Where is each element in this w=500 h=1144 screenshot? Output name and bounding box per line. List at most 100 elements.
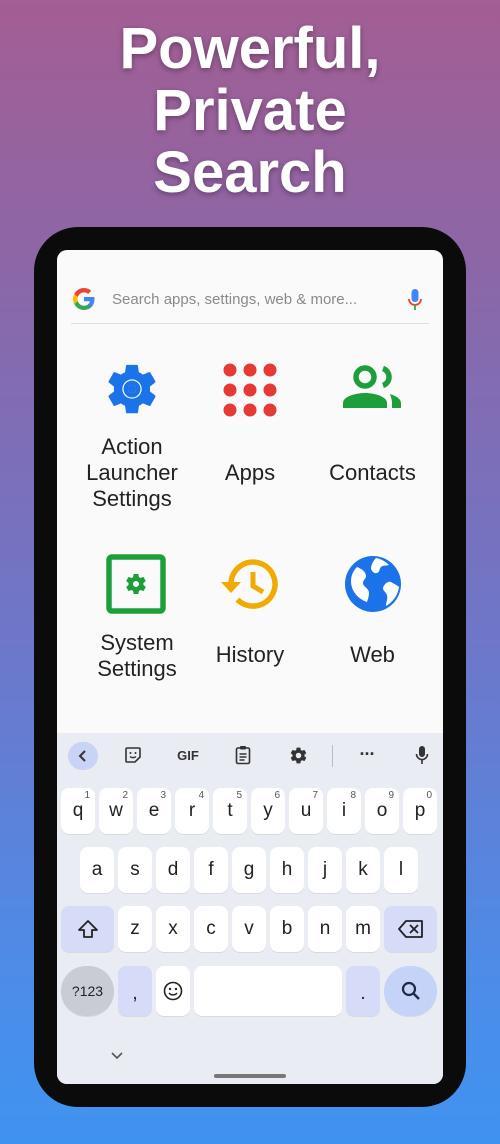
apps-grid-icon: [223, 363, 277, 417]
key-b[interactable]: b: [270, 906, 304, 952]
key-f[interactable]: f: [194, 847, 228, 893]
toolbar-divider: [332, 745, 333, 767]
key-number-hint: 3: [160, 790, 166, 801]
headline-line-1: Powerful,: [119, 16, 381, 81]
space-key[interactable]: [194, 966, 342, 1016]
key-z[interactable]: z: [118, 906, 152, 952]
headline: Powerful, Private Search: [0, 18, 500, 204]
key-m[interactable]: m: [346, 906, 380, 952]
key-number-hint: 7: [312, 790, 318, 801]
key-number-hint: 9: [388, 790, 394, 801]
key-j[interactable]: j: [308, 847, 342, 893]
shift-arrow-icon: [77, 920, 98, 938]
key-h[interactable]: h: [270, 847, 304, 893]
backspace-key[interactable]: [384, 906, 437, 952]
key-r[interactable]: r4: [175, 788, 209, 834]
voice-input-button[interactable]: [409, 743, 435, 767]
key-t[interactable]: t5: [213, 788, 247, 834]
emoji-icon: [163, 981, 183, 1001]
category-label-line: System: [100, 630, 174, 655]
key-label: p: [414, 800, 426, 821]
comma-key[interactable]: ,: [118, 966, 152, 1016]
category-contacts[interactable]: Contacts: [315, 360, 430, 520]
key-q[interactable]: q1: [61, 788, 95, 834]
search-divider: [71, 323, 429, 324]
headline-line-2: Private: [153, 78, 347, 143]
key-x[interactable]: x: [156, 906, 190, 952]
key-e[interactable]: e3: [137, 788, 171, 834]
key-n[interactable]: n: [308, 906, 342, 952]
key-a[interactable]: a: [80, 847, 114, 893]
key-y[interactable]: y6: [251, 788, 285, 834]
gear-icon: [290, 747, 306, 763]
key-label: e: [148, 800, 160, 821]
google-logo-icon: [73, 288, 95, 310]
key-number-hint: 0: [426, 790, 432, 801]
key-label: q: [72, 800, 84, 821]
key-l[interactable]: l: [384, 847, 418, 893]
key-number-hint: 2: [122, 790, 128, 801]
key-u[interactable]: u7: [289, 788, 323, 834]
gif-button[interactable]: GIF: [171, 743, 205, 767]
system-settings-icon: [106, 554, 166, 614]
microphone-icon: [415, 746, 429, 764]
key-c[interactable]: c: [194, 906, 228, 952]
symbols-key[interactable]: ?123: [61, 966, 114, 1016]
key-p[interactable]: p0: [403, 788, 437, 834]
category-label-line: Apps: [224, 460, 276, 485]
navigation-bar: [57, 1043, 443, 1084]
sticker-icon: [125, 747, 141, 763]
key-number-hint: 5: [236, 790, 242, 801]
keyboard-settings-button[interactable]: [285, 743, 311, 767]
clipboard-button[interactable]: [230, 743, 256, 767]
category-label-line: Launcher: [86, 460, 178, 485]
contacts-icon: [343, 365, 401, 408]
category-label-line: History: [215, 642, 285, 667]
collapse-toolbar-button[interactable]: [68, 742, 98, 770]
search-bar[interactable]: Search apps, settings, web & more...: [57, 250, 443, 324]
category-action-launcher-settings[interactable]: Action Launcher Settings: [71, 360, 193, 520]
key-label: t: [227, 800, 233, 821]
globe-icon: [345, 556, 401, 612]
key-number-hint: 4: [198, 790, 204, 801]
key-number-hint: 1: [84, 790, 90, 801]
category-apps[interactable]: Apps: [195, 360, 305, 520]
sticker-button[interactable]: [120, 743, 146, 767]
category-label-line: Web: [350, 642, 395, 667]
key-label: y: [263, 800, 273, 821]
key-k[interactable]: k: [346, 847, 380, 893]
key-d[interactable]: d: [156, 847, 190, 893]
key-label: w: [109, 800, 123, 821]
key-s[interactable]: s: [118, 847, 152, 893]
category-label-line: Action: [101, 434, 163, 459]
category-history[interactable]: History: [197, 554, 303, 684]
key-label: o: [376, 800, 388, 821]
hide-keyboard-chevron-down-icon[interactable]: [111, 1052, 123, 1060]
key-label: u: [300, 800, 312, 821]
phone-screen: Search apps, settings, web & more... Act…: [57, 250, 443, 1084]
more-options-button[interactable]: ...: [353, 737, 381, 761]
category-label-line: Contacts: [329, 460, 416, 485]
gear-icon: [108, 364, 156, 414]
category-web[interactable]: Web: [315, 554, 430, 684]
emoji-key[interactable]: [156, 966, 190, 1016]
search-input[interactable]: Search apps, settings, web & more...: [112, 291, 357, 308]
key-g[interactable]: g: [232, 847, 266, 893]
category-system-settings[interactable]: System Settings: [75, 554, 199, 684]
chevron-left-icon: [78, 750, 86, 762]
gesture-handle[interactable]: [214, 1074, 286, 1078]
key-number-hint: 6: [274, 790, 280, 801]
microphone-icon[interactable]: [407, 288, 423, 312]
key-o[interactable]: o9: [365, 788, 399, 834]
key-v[interactable]: v: [232, 906, 266, 952]
key-i[interactable]: i8: [327, 788, 361, 834]
shift-key[interactable]: [61, 906, 114, 952]
search-key[interactable]: [384, 966, 437, 1016]
search-icon: [401, 981, 420, 1000]
key-w[interactable]: w2: [99, 788, 133, 834]
category-label-line: Settings: [92, 486, 172, 511]
period-key[interactable]: .: [346, 966, 380, 1016]
category-label-line: Settings: [97, 656, 177, 681]
history-icon: [221, 559, 278, 609]
keyboard: GIF ... q1 w2 e3 r4 t5 y6 u7 i8 o9 p0 a …: [57, 733, 443, 1084]
